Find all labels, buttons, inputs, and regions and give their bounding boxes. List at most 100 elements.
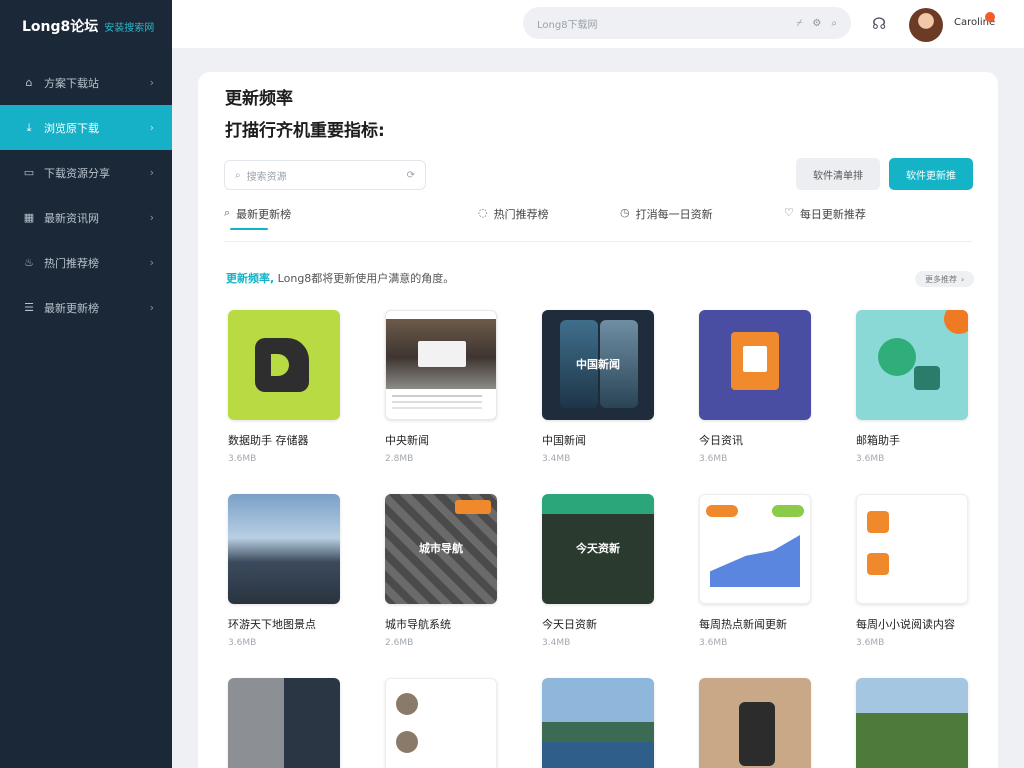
app-card[interactable] — [856, 678, 968, 768]
app-size: 3.6MB — [699, 454, 728, 464]
app-size: 3.4MB — [542, 454, 571, 464]
app-thumbnail — [228, 678, 340, 768]
sidebar-item-label: 下载资源分享 — [44, 166, 110, 180]
avatar[interactable] — [909, 8, 943, 42]
list-icon: ☰ — [24, 301, 34, 314]
app-card[interactable]: 每周热点新闻更新 3.6MB — [699, 494, 811, 648]
app-card[interactable]: 数据助手 存储器 3.6MB — [228, 310, 340, 464]
app-card[interactable]: 环游天下地图景点 3.6MB — [228, 494, 340, 648]
global-search-input[interactable]: Long8下载网 ⌿ ⚙ ⌕ — [523, 7, 851, 39]
brand-subtitle: 安装搜索网 — [104, 22, 155, 34]
app-title: 每周小小说阅读内容 — [856, 618, 955, 631]
tab-hot[interactable]: ◌ 热门推荐榜 — [478, 204, 549, 242]
section-accent: 更新频率, — [226, 272, 275, 285]
brand-name: Long8论坛 — [22, 19, 99, 35]
tab-label: 打消每一日资新 — [635, 208, 713, 221]
app-thumbnail — [856, 494, 968, 604]
headset-icon[interactable]: ☊ — [872, 14, 886, 33]
app-thumbnail — [228, 310, 340, 420]
chevron-right-icon: › — [149, 76, 154, 89]
app-size: 2.6MB — [385, 638, 414, 648]
search-icon: ⌕ — [235, 169, 241, 181]
sidebar-item-6[interactable]: ☰ 最新更新榜 › — [0, 285, 172, 330]
app-card[interactable]: 每周小小说阅读内容 3.6MB — [856, 494, 968, 648]
search-icon[interactable]: ⌕ — [831, 18, 837, 29]
sidebar-item-label: 最新更新榜 — [44, 301, 99, 315]
tab-bar: ⌕ 最新更新榜 ◌ 热门推荐榜 ◷ 打消每一日资新 ♡ 每日更新推荐 — [224, 204, 972, 242]
sidebar-item-2[interactable]: ⤓ 浏览原下载 › — [0, 105, 172, 150]
app-card[interactable]: 邮箱助手 3.6MB — [856, 310, 968, 464]
page-title: 更新频率 — [225, 89, 293, 109]
settings-icon[interactable]: ⚙ — [812, 18, 821, 29]
app-title: 城市导航系统 — [385, 618, 451, 631]
app-thumbnail — [699, 678, 811, 768]
thumbnail-caption: 城市导航 — [419, 542, 463, 555]
app-thumbnail — [856, 310, 968, 420]
sidebar-item-label: 最新资讯网 — [44, 211, 99, 225]
primary-button[interactable]: 软件更新推 — [889, 158, 973, 190]
sidebar: Long8论坛 安装搜索网 ⌂ 方案下载站 › ⤓ 浏览原下载 › ▭ 下载资源… — [0, 0, 172, 768]
sidebar-item-1[interactable]: ⌂ 方案下载站 › — [0, 60, 172, 105]
filter-icon[interactable]: ⌿ — [796, 18, 802, 29]
app-card[interactable] — [385, 678, 497, 768]
refresh-icon[interactable]: ⟳ — [407, 170, 415, 181]
sidebar-item-3[interactable]: ▭ 下载资源分享 › — [0, 150, 172, 195]
secondary-button[interactable]: 软件清单排 — [796, 158, 880, 190]
more-button[interactable]: 更多推荐 › — [915, 271, 975, 287]
app-card[interactable]: 今天资新 今天日资新 3.4MB — [542, 494, 654, 648]
app-size: 2.8MB — [385, 454, 414, 464]
more-label: 更多推荐 — [925, 274, 957, 284]
page-subtitle: 打描行齐机重要指标: — [225, 121, 385, 141]
app-card[interactable] — [542, 678, 654, 768]
chevron-right-icon: › — [149, 256, 154, 269]
sidebar-item-label: 方案下载站 — [44, 76, 99, 90]
chevron-right-icon: › — [149, 166, 154, 179]
tab-label: 每日更新推荐 — [799, 208, 866, 221]
sidebar-item-5[interactable]: ♨ 热门推荐榜 › — [0, 240, 172, 285]
download-icon: ⤓ — [26, 120, 32, 134]
app-title: 邮箱助手 — [856, 434, 900, 447]
gift-icon — [731, 332, 779, 390]
app-card[interactable]: 城市导航 城市导航系统 2.6MB — [385, 494, 497, 648]
top-bar: Long8下载网 ⌿ ⚙ ⌕ ☊ Caroline — [172, 0, 1024, 48]
search-icon: ⌕ — [224, 206, 231, 219]
app-card[interactable]: 中国新闻 中国新闻 3.4MB — [542, 310, 654, 464]
app-size: 3.6MB — [699, 638, 728, 648]
brand[interactable]: Long8论坛 安装搜索网 — [0, 0, 172, 52]
tab-recommend[interactable]: ♡ 每日更新推荐 — [784, 204, 866, 242]
chevron-right-icon: › — [149, 121, 154, 134]
new-badge — [944, 310, 968, 334]
app-size: 3.6MB — [228, 638, 257, 648]
heart-icon: ♡ — [784, 206, 794, 219]
chevron-right-icon: › — [961, 274, 965, 284]
app-card[interactable]: 今日资讯 3.6MB — [699, 310, 811, 464]
app-title: 数据助手 存储器 — [228, 434, 309, 447]
sidebar-nav: ⌂ 方案下载站 › ⤓ 浏览原下载 › ▭ 下载资源分享 › ▦ 最新资讯网 ›… — [0, 60, 172, 330]
thumbnail-caption: 中国新闻 — [576, 358, 620, 371]
app-title: 中国新闻 — [542, 434, 586, 447]
app-title: 今天日资新 — [542, 618, 597, 631]
app-card[interactable] — [699, 678, 811, 768]
chevron-right-icon: › — [149, 301, 154, 314]
badge — [455, 500, 491, 514]
sidebar-item-label: 热门推荐榜 — [44, 256, 99, 270]
sidebar-item-4[interactable]: ▦ 最新资讯网 › — [0, 195, 172, 240]
grid-icon: ▦ — [23, 211, 35, 224]
app-thumbnail: 今天资新 — [542, 494, 654, 604]
content-search-input[interactable]: ⌕ 搜索资源 ⟳ — [224, 160, 426, 190]
app-title: 今日资讯 — [699, 434, 743, 447]
app-thumbnail: 中国新闻 — [542, 310, 654, 420]
app-title: 环游天下地图景点 — [228, 618, 316, 631]
app-thumbnail — [542, 678, 654, 768]
sidebar-item-label: 浏览原下载 — [44, 121, 99, 135]
app-thumbnail — [699, 310, 811, 420]
chevron-right-icon: › — [149, 211, 154, 224]
app-size: 3.6MB — [856, 638, 885, 648]
app-thumbnail — [856, 678, 968, 768]
app-card[interactable]: 中央新闻 2.8MB — [385, 310, 497, 464]
tab-daily[interactable]: ◷ 打消每一日资新 — [620, 204, 713, 242]
tab-latest[interactable]: ⌕ 最新更新榜 — [224, 204, 291, 242]
app-card[interactable] — [228, 678, 340, 768]
global-search-placeholder: Long8下载网 — [537, 19, 598, 31]
chat-icon: ◌ — [478, 206, 488, 219]
